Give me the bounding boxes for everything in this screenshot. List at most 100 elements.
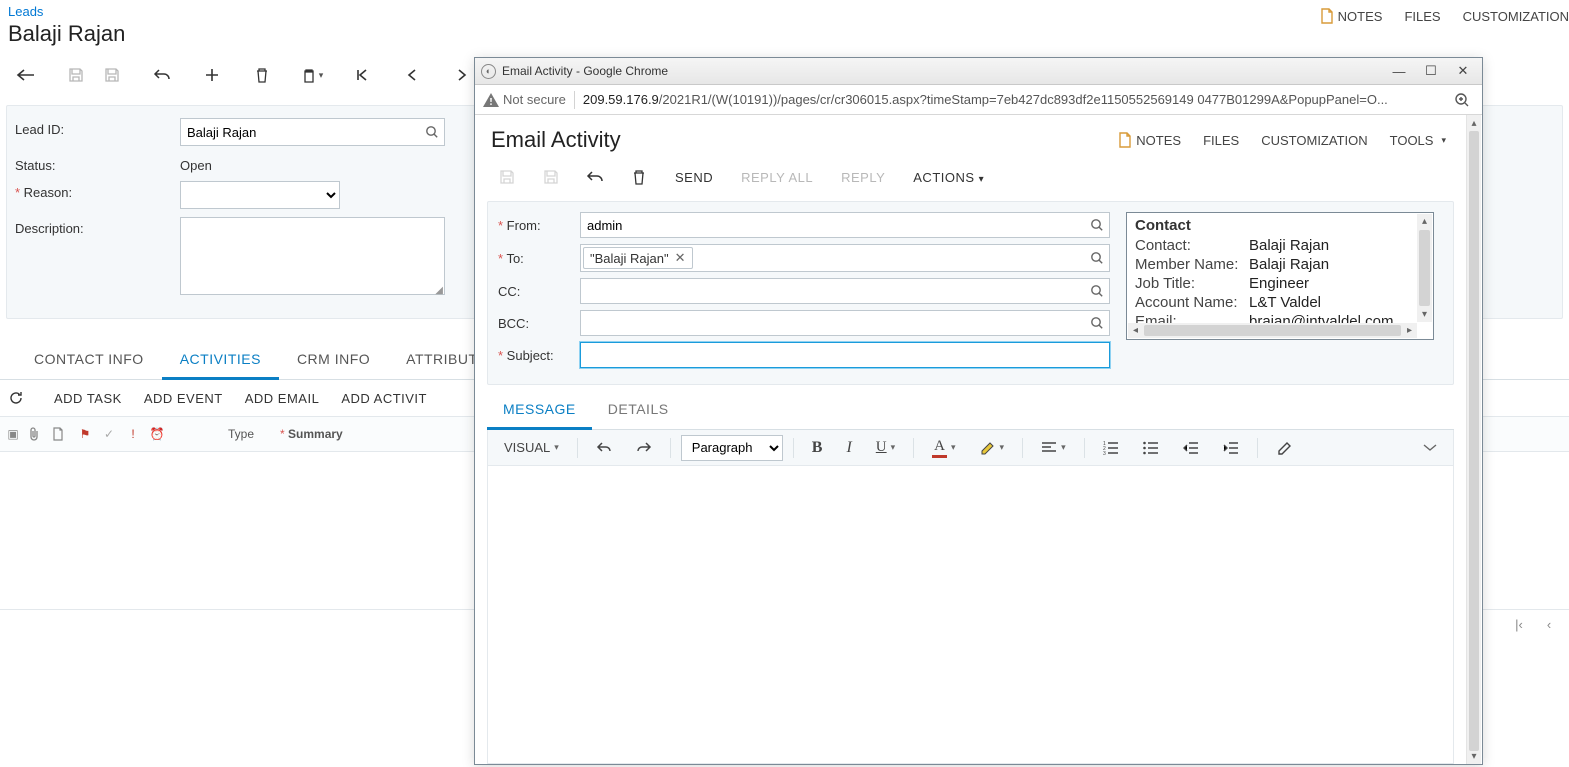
- grid-settings-icon[interactable]: ▣: [4, 427, 22, 441]
- to-input[interactable]: "Balaji Rajan" ✕: [580, 244, 1110, 272]
- search-icon[interactable]: [1090, 284, 1104, 298]
- tab-crm-info[interactable]: CRM INFO: [279, 341, 388, 379]
- note-icon[interactable]: [52, 427, 70, 441]
- popup-files-button[interactable]: FILES: [1203, 133, 1239, 148]
- unordered-list-button[interactable]: [1135, 435, 1167, 461]
- refresh-button[interactable]: [8, 390, 32, 406]
- tab-message[interactable]: MESSAGE: [487, 391, 592, 430]
- lead-id-input[interactable]: [180, 118, 445, 146]
- member-label: Member Name:: [1135, 256, 1249, 273]
- nav-prev-button[interactable]: [394, 61, 430, 89]
- add-event-button[interactable]: ADD EVENT: [144, 391, 223, 406]
- clipboard-button[interactable]: ▾: [294, 61, 330, 89]
- description-textarea[interactable]: [180, 217, 445, 295]
- email-activity-popup: ◐ Email Activity - Google Chrome — ☐ ✕ N…: [474, 57, 1483, 765]
- notes-button[interactable]: NOTES: [1320, 8, 1383, 24]
- security-indicator[interactable]: Not secure: [483, 92, 566, 107]
- tab-details[interactable]: DETAILS: [592, 391, 685, 429]
- page-prev-button[interactable]: ‹: [1537, 617, 1561, 632]
- scroll-thumb[interactable]: [1469, 131, 1479, 751]
- actions-button[interactable]: ACTIONS▾: [907, 166, 990, 189]
- add-task-button[interactable]: ADD TASK: [54, 391, 122, 406]
- file-icon: [1320, 8, 1334, 24]
- save-button[interactable]: [94, 61, 130, 89]
- popup-tools-button[interactable]: TOOLS▾: [1390, 133, 1446, 148]
- editor-redo-button[interactable]: [628, 435, 660, 461]
- lead-id-label: Lead ID:: [15, 118, 180, 137]
- bold-button[interactable]: B: [804, 435, 831, 461]
- search-icon[interactable]: [425, 125, 439, 139]
- save-close-button[interactable]: [58, 61, 94, 89]
- search-icon[interactable]: [1090, 218, 1104, 232]
- undo-button[interactable]: [581, 165, 609, 189]
- add-activity-button[interactable]: ADD ACTIVIT: [341, 391, 427, 406]
- align-button[interactable]: ▾: [1033, 435, 1074, 461]
- outdent-button[interactable]: [1175, 435, 1207, 461]
- highlight-button[interactable]: ▾: [972, 435, 1013, 461]
- window-close-button[interactable]: ✕: [1447, 61, 1479, 81]
- bcc-label: BCC:: [498, 316, 580, 331]
- delete-button[interactable]: [244, 61, 280, 89]
- popup-notes-label: NOTES: [1136, 133, 1181, 148]
- search-icon[interactable]: [1090, 251, 1104, 265]
- cc-input[interactable]: [580, 278, 1110, 304]
- editor-undo-button[interactable]: [588, 435, 620, 461]
- attachment-icon[interactable]: [28, 427, 46, 441]
- paragraph-select[interactable]: Paragraph: [681, 435, 783, 461]
- indent-button[interactable]: [1215, 435, 1247, 461]
- editor-body[interactable]: [487, 466, 1454, 764]
- visual-mode-button[interactable]: VISUAL▾: [496, 435, 567, 461]
- add-email-button[interactable]: ADD EMAIL: [245, 391, 320, 406]
- window-titlebar[interactable]: ◐ Email Activity - Google Chrome — ☐ ✕: [475, 58, 1482, 85]
- contact-value: Balaji Rajan: [1249, 237, 1425, 254]
- more-tools-button[interactable]: [1415, 435, 1445, 461]
- save-button[interactable]: [537, 165, 565, 189]
- description-label: Description:: [15, 217, 180, 236]
- text-color-button[interactable]: A▾: [924, 435, 963, 461]
- window-title: Email Activity - Google Chrome: [502, 64, 1383, 78]
- scroll-up-icon[interactable]: ▴: [1467, 115, 1481, 131]
- back-arrow-button[interactable]: [8, 61, 44, 89]
- reminder-icon[interactable]: ⏰: [148, 427, 166, 441]
- scrollbar-vertical[interactable]: ▴ ▾: [1466, 115, 1481, 764]
- subject-input[interactable]: [580, 342, 1110, 368]
- search-icon[interactable]: [1090, 316, 1104, 330]
- job-value: Engineer: [1249, 275, 1425, 292]
- zoom-icon[interactable]: [1454, 92, 1474, 108]
- chip-remove-icon[interactable]: ✕: [675, 250, 686, 266]
- window-minimize-button[interactable]: —: [1383, 61, 1415, 81]
- files-button[interactable]: FILES: [1404, 9, 1440, 24]
- undo-button[interactable]: [144, 61, 180, 89]
- nav-first-button[interactable]: [344, 61, 380, 89]
- from-input[interactable]: [580, 212, 1110, 238]
- add-button[interactable]: [194, 61, 230, 89]
- priority-icon[interactable]: !: [124, 427, 142, 441]
- ordered-list-button[interactable]: 123: [1095, 435, 1127, 461]
- save-close-button[interactable]: [493, 165, 521, 189]
- recipient-chip[interactable]: "Balaji Rajan" ✕: [583, 247, 693, 269]
- url-display[interactable]: 209.59.176.9/2021R1/(W(10191))/pages/cr/…: [583, 92, 1446, 107]
- reason-select[interactable]: [180, 181, 340, 209]
- account-value: L&T Valdel: [1249, 294, 1425, 311]
- italic-button[interactable]: I: [838, 435, 859, 461]
- window-maximize-button[interactable]: ☐: [1415, 61, 1447, 81]
- page-first-button[interactable]: |‹: [1507, 617, 1531, 632]
- job-label: Job Title:: [1135, 275, 1249, 292]
- clear-format-button[interactable]: [1268, 435, 1300, 461]
- check-icon[interactable]: ✓: [100, 427, 118, 441]
- grid-col-type[interactable]: Type: [218, 421, 264, 447]
- bcc-input[interactable]: [580, 310, 1110, 336]
- tab-activities[interactable]: ACTIVITIES: [162, 341, 279, 380]
- flag-icon[interactable]: ⚑: [76, 427, 94, 441]
- underline-button[interactable]: U▾: [868, 435, 903, 461]
- delete-button[interactable]: [625, 165, 653, 189]
- contact-vscroll[interactable]: ▴▾: [1417, 214, 1432, 322]
- customization-button[interactable]: CUSTOMIZATION: [1463, 9, 1569, 24]
- popup-customization-button[interactable]: CUSTOMIZATION: [1261, 133, 1367, 148]
- popup-notes-button[interactable]: NOTES: [1118, 132, 1181, 148]
- tab-contact-info[interactable]: CONTACT INFO: [16, 341, 162, 379]
- grid-col-summary[interactable]: Summary: [270, 421, 353, 447]
- contact-hscroll[interactable]: ◂▸: [1128, 323, 1417, 338]
- page-title: Balaji Rajan: [8, 21, 1561, 47]
- send-button[interactable]: SEND: [669, 166, 719, 189]
